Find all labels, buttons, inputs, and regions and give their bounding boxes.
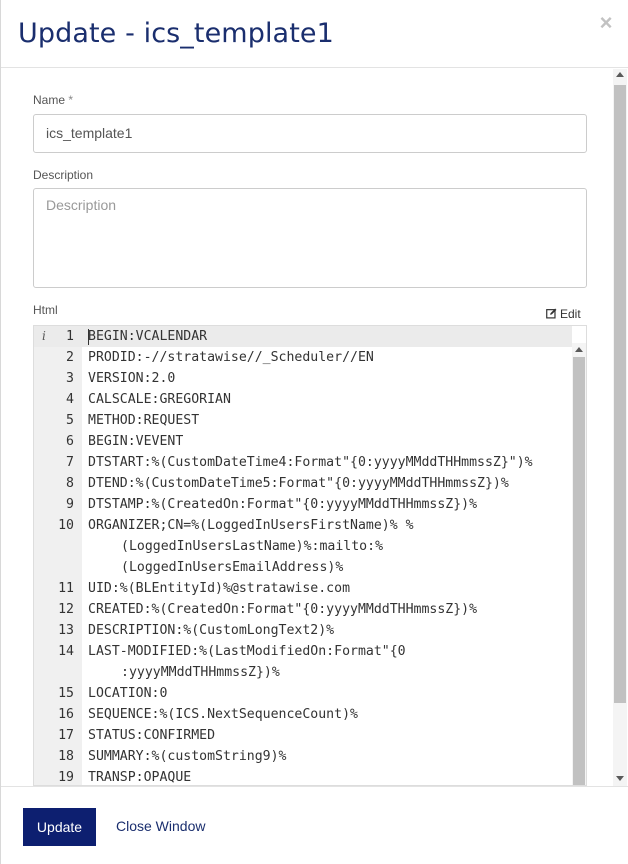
code-line[interactable]: 19 TRANSP:OPAQUE — [34, 767, 572, 785]
code-line[interactable]: 12 CREATED:%(CreatedOn:Format"{0:yyyyMMdd… — [34, 599, 572, 620]
code-text: METHOD:REQUEST — [88, 413, 200, 428]
line-number: 7 — [66, 455, 74, 470]
code-text: DTSTART:%(CustomDateTime4:Format"{0:yyyy… — [88, 455, 533, 470]
dialog-footer: Update Close Window — [1, 786, 628, 864]
editor-scroll-thumb[interactable] — [573, 357, 585, 785]
code-line[interactable]: 9 DTSTAMP:%(CreatedOn:Format"{0:yyyyMMddT… — [34, 494, 572, 515]
code-text: PRODID:-//stratawise//_Scheduler//EN — [88, 350, 374, 365]
code-line[interactable]: :yyyyMMddTHHmmssZ})% — [34, 662, 572, 683]
dialog-title: Update - ics_template1 — [18, 18, 334, 49]
code-line[interactable]: 3 VERSION:2.0 — [34, 368, 572, 389]
code-text: SUMMARY:%(customString9)% — [88, 749, 287, 764]
code-editor[interactable]: i 1 BEGIN:VCALENDAR 2 PRODID:-//stratawise//… — [33, 325, 587, 786]
line-number: 15 — [58, 686, 74, 701]
line-number: 8 — [66, 476, 74, 491]
scroll-up-icon[interactable] — [616, 72, 624, 77]
code-text: DTEND:%(CustomDateTime5:Format"{0:yyyyMM… — [88, 476, 509, 491]
code-line[interactable]: 15 LOCATION:0 — [34, 683, 572, 704]
line-number: 1 — [66, 329, 74, 344]
code-line[interactable]: i 1 BEGIN:VCALENDAR — [34, 326, 572, 347]
code-text: UID:%(BLEntityId)%@stratawise.com — [88, 581, 351, 596]
code-line[interactable]: 10 ORGANIZER;CN=%(LoggedInUsersFirstName)… — [34, 515, 572, 536]
description-textarea[interactable]: Description — [33, 188, 587, 288]
line-number: 5 — [66, 413, 74, 428]
dialog-header: Update - ics_template1 × — [1, 0, 628, 68]
dialog-scrollbar[interactable] — [613, 69, 627, 786]
code-text: BEGIN:VCALENDAR — [88, 329, 208, 344]
code-line[interactable]: 8 DTEND:%(CustomDateTime5:Format"{0:yyyyM… — [34, 473, 572, 494]
dialog-body: Name * ics_template1 Description Descrip… — [1, 69, 628, 786]
edit-label: Edit — [560, 307, 581, 321]
line-number: 13 — [58, 623, 74, 638]
line-number: 17 — [58, 728, 74, 743]
line-number: 11 — [58, 581, 74, 596]
code-text: TRANSP:OPAQUE — [88, 770, 192, 785]
code-text: DESCRIPTION:%(CustomLongText2)% — [88, 623, 335, 638]
line-number: 9 — [66, 497, 74, 512]
edit-icon — [546, 308, 557, 319]
line-number: 10 — [58, 518, 74, 533]
line-number: 12 — [58, 602, 74, 617]
required-marker: * — [68, 93, 74, 107]
code-line[interactable]: 4 CALSCALE:GREGORIAN — [34, 389, 572, 410]
line-number: 3 — [66, 371, 74, 386]
name-input[interactable]: ics_template1 — [33, 114, 587, 153]
line-number: 19 — [58, 770, 74, 785]
code-line[interactable]: 11 UID:%(BLEntityId)%@stratawise.com — [34, 578, 572, 599]
editor-scroll-up-icon[interactable] — [575, 347, 583, 352]
description-label: Description — [33, 168, 94, 182]
code-text: BEGIN:VEVENT — [88, 434, 184, 449]
code-text: (LoggedInUsersLastName)%:mailto:% — [121, 539, 384, 554]
code-text: STATUS:CONFIRMED — [88, 728, 216, 743]
code-text: VERSION:2.0 — [88, 371, 176, 386]
name-label-text: Name — [33, 93, 66, 107]
html-label: Html — [33, 303, 58, 317]
update-dialog: Update - ics_template1 × Name * ics_temp… — [0, 0, 628, 864]
line-number: 4 — [66, 392, 74, 407]
code-line[interactable]: 5 METHOD:REQUEST — [34, 410, 572, 431]
line-number: 2 — [66, 350, 74, 365]
scroll-down-icon[interactable] — [616, 776, 624, 781]
code-line[interactable]: 2 PRODID:-//stratawise//_Scheduler//EN — [34, 347, 572, 368]
line-number: 18 — [58, 749, 74, 764]
line-number: 14 — [58, 644, 74, 659]
line-number: 6 — [66, 434, 74, 449]
editor-scrollbar[interactable] — [572, 343, 586, 785]
edit-button[interactable]: Edit — [546, 307, 581, 321]
code-line[interactable]: 6 BEGIN:VEVENT — [34, 431, 572, 452]
code-line[interactable]: 16 SEQUENCE:%(ICS.NextSequenceCount)% — [34, 704, 572, 725]
code-line[interactable]: 18 SUMMARY:%(customString9)% — [34, 746, 572, 767]
close-icon[interactable]: × — [597, 12, 615, 34]
update-button[interactable]: Update — [23, 808, 96, 846]
code-line[interactable]: (LoggedInUsersEmailAddress)% — [34, 557, 572, 578]
code-line[interactable]: 7 DTSTART:%(CustomDateTime4:Format"{0:yyy… — [34, 452, 572, 473]
code-text: LAST-MODIFIED:%(LastModifiedOn:Format"{0 — [88, 644, 406, 659]
code-text: CREATED:%(CreatedOn:Format"{0:yyyyMMddTH… — [88, 602, 478, 617]
code-line[interactable]: 13 DESCRIPTION:%(CustomLongText2)% — [34, 620, 572, 641]
dialog-scroll-thumb[interactable] — [614, 85, 626, 703]
code-text: ORGANIZER;CN=%(LoggedInUsersFirstName)% … — [88, 518, 414, 533]
close-window-button[interactable]: Close Window — [116, 818, 205, 834]
line-number: 16 — [58, 707, 74, 722]
code-text: :yyyyMMddTHHmmssZ})% — [121, 665, 280, 680]
code-line[interactable]: 14 LAST-MODIFIED:%(LastModifiedOn:Format"… — [34, 641, 572, 662]
code-line[interactable]: (LoggedInUsersLastName)%:mailto:% — [34, 536, 572, 557]
code-text: (LoggedInUsersEmailAddress)% — [121, 560, 344, 575]
code-text: DTSTAMP:%(CreatedOn:Format"{0:yyyyMMddTH… — [88, 497, 478, 512]
code-lines: i 1 BEGIN:VCALENDAR 2 PRODID:-//stratawise//… — [34, 326, 572, 785]
name-label: Name * — [33, 93, 73, 107]
code-line[interactable]: 17 STATUS:CONFIRMED — [34, 725, 572, 746]
code-text: LOCATION:0 — [88, 686, 168, 701]
code-text: SEQUENCE:%(ICS.NextSequenceCount)% — [88, 707, 358, 722]
code-text: CALSCALE:GREGORIAN — [88, 392, 231, 407]
text-cursor — [88, 329, 89, 345]
